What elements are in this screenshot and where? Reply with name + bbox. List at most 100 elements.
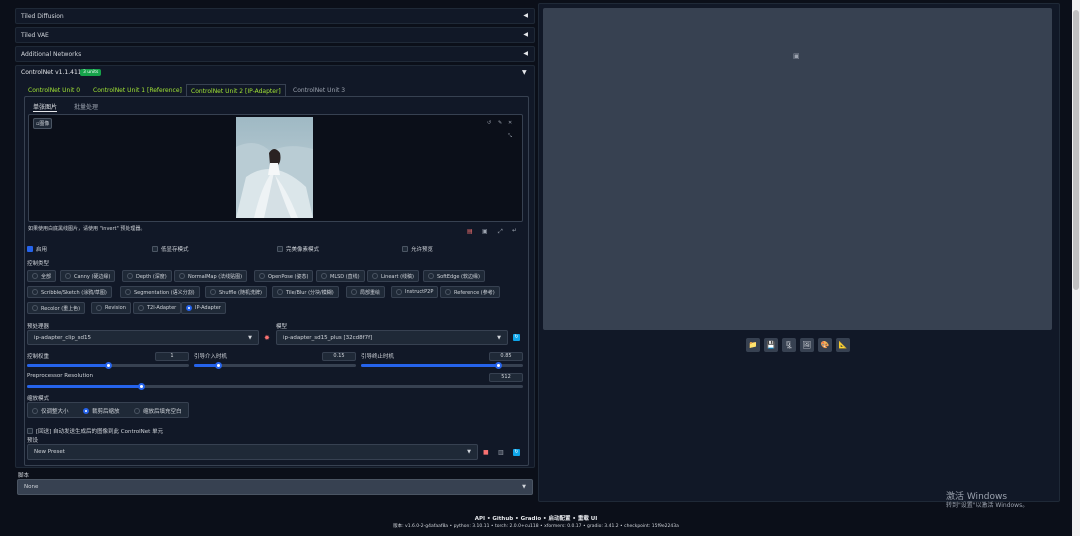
resize-option[interactable]: 仅调整大小 bbox=[32, 407, 69, 415]
preset-select[interactable]: New Preset ▼ bbox=[27, 444, 478, 460]
control-type-option[interactable]: InstructP2P bbox=[391, 286, 439, 298]
model-select[interactable]: ip-adapter_sd15_plus [32cd8f7f] ▼ bbox=[276, 330, 508, 345]
create-canvas-icon[interactable]: ▤ bbox=[467, 228, 473, 235]
radio-label: NormalMap (法线贴图) bbox=[188, 273, 243, 280]
control-type-option-selected[interactable]: IP-Adapter bbox=[181, 302, 226, 314]
tab-unit-2[interactable]: ControlNet Unit 2 [IP-Adapter] bbox=[186, 84, 286, 96]
image-icon[interactable]: 🖼 bbox=[800, 338, 814, 352]
save-icon[interactable]: 💾 bbox=[764, 338, 778, 352]
footer-link-api[interactable]: API bbox=[475, 516, 485, 522]
slider-thumb[interactable] bbox=[138, 383, 145, 390]
zip-icon[interactable]: 🗜 bbox=[782, 338, 796, 352]
triangle-down-icon[interactable]: ▼ bbox=[522, 69, 527, 76]
control-type-option[interactable]: Tile/Blur (分块/模糊) bbox=[272, 286, 339, 298]
slider-thumb[interactable] bbox=[495, 362, 502, 369]
ruler-icon[interactable]: 📐 bbox=[836, 338, 850, 352]
folder-icon[interactable]: 📁 bbox=[746, 338, 760, 352]
radio-label: 局部重绘 bbox=[360, 289, 381, 296]
page-scrollbar[interactable] bbox=[1072, 0, 1080, 536]
enable-checkbox[interactable]: 启用 bbox=[27, 245, 47, 253]
resolution-input[interactable]: 512 bbox=[489, 373, 523, 382]
brush-icon[interactable]: ⤡ bbox=[508, 133, 512, 139]
model-label: 模型 bbox=[276, 324, 288, 330]
image-hint: 如果使用白底黑线图片，请使用 "invert" 预处理器。 bbox=[28, 226, 146, 232]
footer-link-github[interactable]: Github bbox=[492, 516, 513, 522]
radio-dot bbox=[259, 273, 265, 279]
tab-unit-1[interactable]: ControlNet Unit 1 [Reference] bbox=[89, 84, 186, 96]
refresh-icon[interactable]: ↻ bbox=[513, 334, 520, 341]
swap-icon[interactable]: ⤢ bbox=[498, 228, 503, 236]
footer-version: 版本: v1.6.0-2-g4afaaf8a • python: 3.10.11… bbox=[393, 524, 679, 529]
control-type-option[interactable]: SoftEdge (软边缘) bbox=[423, 270, 485, 282]
low-vram-checkbox[interactable]: 低显存模式 bbox=[152, 245, 189, 253]
radio-label: T2I-Adapter bbox=[147, 305, 177, 311]
tab-unit-3[interactable]: ControlNet Unit 3 bbox=[289, 84, 349, 96]
control-type-option[interactable]: 全部 bbox=[27, 270, 57, 282]
accordion-additional-networks[interactable]: Additional Networks ◀ bbox=[15, 46, 535, 62]
end-input[interactable]: 0.85 bbox=[489, 352, 523, 361]
control-type-option[interactable]: T2I-Adapter bbox=[133, 302, 182, 314]
control-type-option[interactable]: NormalMap (法线贴图) bbox=[174, 270, 248, 282]
save-preset-icon[interactable]: ■ bbox=[483, 449, 489, 456]
preprocessor-select[interactable]: ip-adapter_clip_sd15 ▼ bbox=[27, 330, 259, 345]
script-select[interactable]: None ▼ bbox=[17, 479, 533, 495]
accordion-tiled-vae[interactable]: Tiled VAE ◀ bbox=[15, 27, 535, 43]
pixel-perfect-checkbox[interactable]: 完美像素模式 bbox=[277, 245, 319, 253]
control-type-option[interactable]: OpenPose (姿态) bbox=[254, 270, 314, 282]
windows-watermark-subtitle: 转到"设置"以激活 Windows。 bbox=[946, 502, 1029, 509]
checkbox-box bbox=[27, 428, 33, 434]
control-type-option[interactable]: Reference (参考) bbox=[440, 286, 500, 298]
camera-icon[interactable]: ▣ bbox=[482, 228, 488, 235]
footer-link-gradio[interactable]: Gradio bbox=[521, 516, 542, 522]
triangle-left-icon: ◀ bbox=[523, 50, 528, 57]
control-type-option[interactable]: Lineart (线稿) bbox=[367, 270, 419, 282]
checkbox-label: 完美像素模式 bbox=[286, 247, 320, 253]
subtab-single[interactable]: 单张图片 bbox=[33, 102, 58, 112]
edit-icon[interactable]: ✎ bbox=[498, 120, 502, 126]
scrollbar-thumb[interactable] bbox=[1073, 10, 1079, 290]
radio-label: OpenPose (姿态) bbox=[268, 273, 309, 280]
slider-thumb[interactable] bbox=[105, 362, 112, 369]
checkbox-label: 低显存模式 bbox=[161, 247, 189, 253]
end-slider[interactable] bbox=[361, 362, 523, 369]
control-type-option[interactable]: 局部重绘 bbox=[346, 286, 386, 298]
delete-icon[interactable]: ▥ bbox=[498, 449, 504, 456]
footer-link-reload[interactable]: 重载 UI bbox=[578, 516, 597, 522]
subtab-batch[interactable]: 批量处理 bbox=[74, 102, 98, 111]
control-type-option[interactable]: Depth (深度) bbox=[122, 270, 172, 282]
control-type-option[interactable]: Recolor (重上色) bbox=[27, 302, 86, 314]
start-input[interactable]: 0.15 bbox=[322, 352, 356, 361]
footer-links: API • Github • Gradio • 启动配置 • 重载 UI bbox=[0, 514, 1072, 522]
tab-unit-0[interactable]: ControlNet Unit 0 bbox=[24, 84, 84, 96]
footer-link-startup[interactable]: 启动配置 bbox=[548, 516, 570, 522]
start-slider[interactable] bbox=[194, 362, 356, 369]
loopback-checkbox[interactable]: [回送] 自动发送生成后的图像到此 ControlNet 单元 bbox=[27, 427, 163, 435]
weight-slider[interactable] bbox=[27, 362, 189, 369]
close-icon[interactable]: ✕ bbox=[508, 120, 512, 126]
resolution-slider[interactable] bbox=[27, 383, 523, 390]
control-type-option[interactable]: Scribble/Sketch (涂鸦/草图) bbox=[27, 286, 112, 298]
slider-fill bbox=[27, 364, 108, 367]
run-preprocessor-icon[interactable]: ✸ bbox=[264, 334, 270, 342]
undo-icon[interactable]: ↺ bbox=[487, 120, 491, 126]
radio-label: Tile/Blur (分块/模糊) bbox=[286, 289, 334, 296]
control-type-option[interactable]: Segmentation (语义分割) bbox=[120, 286, 200, 298]
resize-option-selected[interactable]: 裁剪后缩放 bbox=[83, 407, 120, 415]
control-type-option[interactable]: Shuffle (随机洗牌) bbox=[205, 286, 267, 298]
allow-preview-checkbox[interactable]: 允许预览 bbox=[402, 245, 433, 253]
radio-dot bbox=[32, 305, 38, 311]
control-type-option[interactable]: Canny (硬边缘) bbox=[60, 270, 116, 282]
refresh-icon[interactable]: ↻ bbox=[513, 449, 520, 456]
slider-thumb[interactable] bbox=[215, 362, 222, 369]
send-dimensions-icon[interactable]: ↵ bbox=[512, 227, 517, 234]
units-badge: 3 units bbox=[80, 69, 102, 76]
control-type-option[interactable]: MLSD (直线) bbox=[316, 270, 365, 282]
accordion-tiled-diffusion[interactable]: Tiled Diffusion ◀ bbox=[15, 8, 535, 24]
slider-fill bbox=[361, 364, 499, 367]
resize-option[interactable]: 缩放后填充空白 bbox=[134, 407, 182, 415]
chevron-down-icon: ▼ bbox=[522, 484, 526, 490]
palette-icon[interactable]: 🎨 bbox=[818, 338, 832, 352]
weight-input[interactable]: 1 bbox=[155, 352, 189, 361]
control-type-option[interactable]: Revision bbox=[91, 302, 131, 314]
image-placeholder-icon: ▣ bbox=[793, 52, 800, 60]
